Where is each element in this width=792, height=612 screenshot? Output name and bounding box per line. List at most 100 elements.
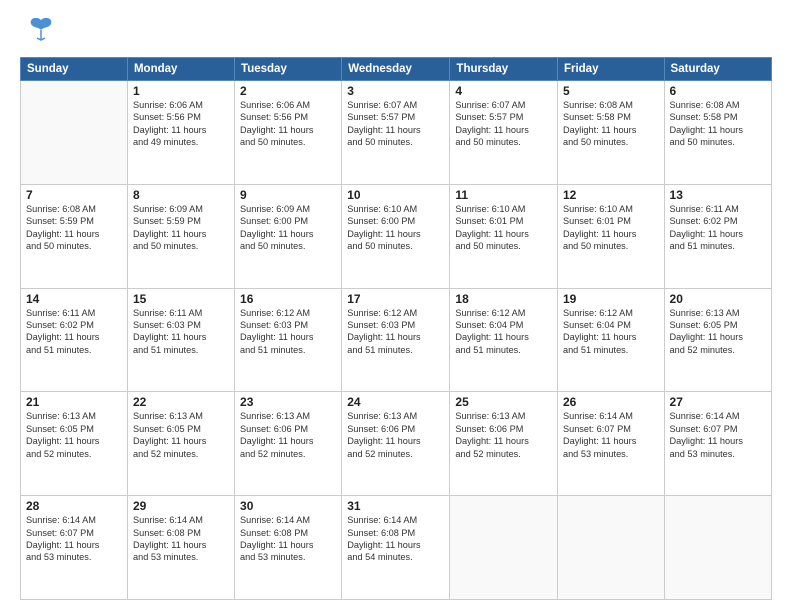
day-info: Sunrise: 6:13 AM Sunset: 6:05 PM Dayligh… bbox=[670, 307, 766, 357]
day-number: 11 bbox=[455, 188, 552, 202]
calendar-cell: 24Sunrise: 6:13 AM Sunset: 6:06 PM Dayli… bbox=[342, 392, 450, 496]
day-number: 25 bbox=[455, 395, 552, 409]
day-number: 1 bbox=[133, 84, 229, 98]
day-number: 21 bbox=[26, 395, 122, 409]
day-number: 15 bbox=[133, 292, 229, 306]
calendar-cell: 23Sunrise: 6:13 AM Sunset: 6:06 PM Dayli… bbox=[235, 392, 342, 496]
calendar-cell: 2Sunrise: 6:06 AM Sunset: 5:56 PM Daylig… bbox=[235, 81, 342, 185]
calendar-week-2: 14Sunrise: 6:11 AM Sunset: 6:02 PM Dayli… bbox=[21, 288, 772, 392]
calendar-cell bbox=[450, 496, 558, 600]
day-info: Sunrise: 6:13 AM Sunset: 6:06 PM Dayligh… bbox=[240, 410, 336, 460]
day-number: 12 bbox=[563, 188, 659, 202]
day-info: Sunrise: 6:08 AM Sunset: 5:58 PM Dayligh… bbox=[563, 99, 659, 149]
day-info: Sunrise: 6:09 AM Sunset: 5:59 PM Dayligh… bbox=[133, 203, 229, 253]
calendar-week-0: 1Sunrise: 6:06 AM Sunset: 5:56 PM Daylig… bbox=[21, 81, 772, 185]
calendar-cell: 4Sunrise: 6:07 AM Sunset: 5:57 PM Daylig… bbox=[450, 81, 558, 185]
weekday-header-tuesday: Tuesday bbox=[235, 58, 342, 81]
weekday-header-wednesday: Wednesday bbox=[342, 58, 450, 81]
calendar-cell: 14Sunrise: 6:11 AM Sunset: 6:02 PM Dayli… bbox=[21, 288, 128, 392]
calendar-cell: 1Sunrise: 6:06 AM Sunset: 5:56 PM Daylig… bbox=[127, 81, 234, 185]
day-info: Sunrise: 6:13 AM Sunset: 6:05 PM Dayligh… bbox=[133, 410, 229, 460]
calendar-cell: 13Sunrise: 6:11 AM Sunset: 6:02 PM Dayli… bbox=[664, 184, 771, 288]
day-number: 26 bbox=[563, 395, 659, 409]
calendar-cell bbox=[664, 496, 771, 600]
day-info: Sunrise: 6:12 AM Sunset: 6:03 PM Dayligh… bbox=[240, 307, 336, 357]
calendar-cell: 20Sunrise: 6:13 AM Sunset: 6:05 PM Dayli… bbox=[664, 288, 771, 392]
day-number: 23 bbox=[240, 395, 336, 409]
logo bbox=[20, 18, 55, 47]
day-info: Sunrise: 6:13 AM Sunset: 6:06 PM Dayligh… bbox=[455, 410, 552, 460]
calendar-cell: 22Sunrise: 6:13 AM Sunset: 6:05 PM Dayli… bbox=[127, 392, 234, 496]
day-info: Sunrise: 6:12 AM Sunset: 6:04 PM Dayligh… bbox=[455, 307, 552, 357]
day-number: 31 bbox=[347, 499, 444, 513]
day-number: 3 bbox=[347, 84, 444, 98]
calendar-cell: 17Sunrise: 6:12 AM Sunset: 6:03 PM Dayli… bbox=[342, 288, 450, 392]
calendar-cell: 5Sunrise: 6:08 AM Sunset: 5:58 PM Daylig… bbox=[557, 81, 664, 185]
calendar-cell: 25Sunrise: 6:13 AM Sunset: 6:06 PM Dayli… bbox=[450, 392, 558, 496]
calendar-cell: 29Sunrise: 6:14 AM Sunset: 6:08 PM Dayli… bbox=[127, 496, 234, 600]
day-number: 4 bbox=[455, 84, 552, 98]
day-info: Sunrise: 6:14 AM Sunset: 6:08 PM Dayligh… bbox=[347, 514, 444, 564]
calendar-week-1: 7Sunrise: 6:08 AM Sunset: 5:59 PM Daylig… bbox=[21, 184, 772, 288]
day-info: Sunrise: 6:11 AM Sunset: 6:03 PM Dayligh… bbox=[133, 307, 229, 357]
day-info: Sunrise: 6:07 AM Sunset: 5:57 PM Dayligh… bbox=[455, 99, 552, 149]
day-number: 7 bbox=[26, 188, 122, 202]
day-info: Sunrise: 6:08 AM Sunset: 5:59 PM Dayligh… bbox=[26, 203, 122, 253]
calendar-cell: 10Sunrise: 6:10 AM Sunset: 6:00 PM Dayli… bbox=[342, 184, 450, 288]
calendar-cell: 19Sunrise: 6:12 AM Sunset: 6:04 PM Dayli… bbox=[557, 288, 664, 392]
calendar-cell: 30Sunrise: 6:14 AM Sunset: 6:08 PM Dayli… bbox=[235, 496, 342, 600]
day-info: Sunrise: 6:10 AM Sunset: 6:00 PM Dayligh… bbox=[347, 203, 444, 253]
day-number: 27 bbox=[670, 395, 766, 409]
calendar-cell bbox=[557, 496, 664, 600]
day-number: 18 bbox=[455, 292, 552, 306]
calendar-cell: 7Sunrise: 6:08 AM Sunset: 5:59 PM Daylig… bbox=[21, 184, 128, 288]
day-number: 17 bbox=[347, 292, 444, 306]
page: SundayMondayTuesdayWednesdayThursdayFrid… bbox=[0, 0, 792, 612]
day-info: Sunrise: 6:08 AM Sunset: 5:58 PM Dayligh… bbox=[670, 99, 766, 149]
calendar-cell: 6Sunrise: 6:08 AM Sunset: 5:58 PM Daylig… bbox=[664, 81, 771, 185]
logo-bird-icon bbox=[27, 14, 55, 47]
day-info: Sunrise: 6:14 AM Sunset: 6:07 PM Dayligh… bbox=[563, 410, 659, 460]
day-info: Sunrise: 6:14 AM Sunset: 6:08 PM Dayligh… bbox=[240, 514, 336, 564]
day-info: Sunrise: 6:10 AM Sunset: 6:01 PM Dayligh… bbox=[563, 203, 659, 253]
day-info: Sunrise: 6:13 AM Sunset: 6:06 PM Dayligh… bbox=[347, 410, 444, 460]
day-number: 14 bbox=[26, 292, 122, 306]
day-info: Sunrise: 6:13 AM Sunset: 6:05 PM Dayligh… bbox=[26, 410, 122, 460]
day-info: Sunrise: 6:12 AM Sunset: 6:04 PM Dayligh… bbox=[563, 307, 659, 357]
calendar-header-row: SundayMondayTuesdayWednesdayThursdayFrid… bbox=[21, 58, 772, 81]
header bbox=[20, 18, 772, 47]
day-info: Sunrise: 6:11 AM Sunset: 6:02 PM Dayligh… bbox=[670, 203, 766, 253]
day-number: 29 bbox=[133, 499, 229, 513]
day-info: Sunrise: 6:06 AM Sunset: 5:56 PM Dayligh… bbox=[240, 99, 336, 149]
day-number: 24 bbox=[347, 395, 444, 409]
day-number: 22 bbox=[133, 395, 229, 409]
weekday-header-thursday: Thursday bbox=[450, 58, 558, 81]
calendar-week-3: 21Sunrise: 6:13 AM Sunset: 6:05 PM Dayli… bbox=[21, 392, 772, 496]
day-info: Sunrise: 6:14 AM Sunset: 6:07 PM Dayligh… bbox=[670, 410, 766, 460]
calendar-cell: 31Sunrise: 6:14 AM Sunset: 6:08 PM Dayli… bbox=[342, 496, 450, 600]
day-number: 30 bbox=[240, 499, 336, 513]
day-info: Sunrise: 6:14 AM Sunset: 6:07 PM Dayligh… bbox=[26, 514, 122, 564]
day-info: Sunrise: 6:06 AM Sunset: 5:56 PM Dayligh… bbox=[133, 99, 229, 149]
calendar-cell: 16Sunrise: 6:12 AM Sunset: 6:03 PM Dayli… bbox=[235, 288, 342, 392]
calendar-cell: 12Sunrise: 6:10 AM Sunset: 6:01 PM Dayli… bbox=[557, 184, 664, 288]
calendar-week-4: 28Sunrise: 6:14 AM Sunset: 6:07 PM Dayli… bbox=[21, 496, 772, 600]
calendar-table: SundayMondayTuesdayWednesdayThursdayFrid… bbox=[20, 57, 772, 600]
calendar-cell bbox=[21, 81, 128, 185]
calendar-cell: 9Sunrise: 6:09 AM Sunset: 6:00 PM Daylig… bbox=[235, 184, 342, 288]
day-number: 16 bbox=[240, 292, 336, 306]
calendar-cell: 18Sunrise: 6:12 AM Sunset: 6:04 PM Dayli… bbox=[450, 288, 558, 392]
day-number: 13 bbox=[670, 188, 766, 202]
weekday-header-sunday: Sunday bbox=[21, 58, 128, 81]
calendar-cell: 3Sunrise: 6:07 AM Sunset: 5:57 PM Daylig… bbox=[342, 81, 450, 185]
weekday-header-monday: Monday bbox=[127, 58, 234, 81]
day-number: 5 bbox=[563, 84, 659, 98]
day-info: Sunrise: 6:12 AM Sunset: 6:03 PM Dayligh… bbox=[347, 307, 444, 357]
day-number: 9 bbox=[240, 188, 336, 202]
day-info: Sunrise: 6:10 AM Sunset: 6:01 PM Dayligh… bbox=[455, 203, 552, 253]
calendar-cell: 28Sunrise: 6:14 AM Sunset: 6:07 PM Dayli… bbox=[21, 496, 128, 600]
day-number: 10 bbox=[347, 188, 444, 202]
day-number: 6 bbox=[670, 84, 766, 98]
calendar-cell: 26Sunrise: 6:14 AM Sunset: 6:07 PM Dayli… bbox=[557, 392, 664, 496]
day-number: 28 bbox=[26, 499, 122, 513]
